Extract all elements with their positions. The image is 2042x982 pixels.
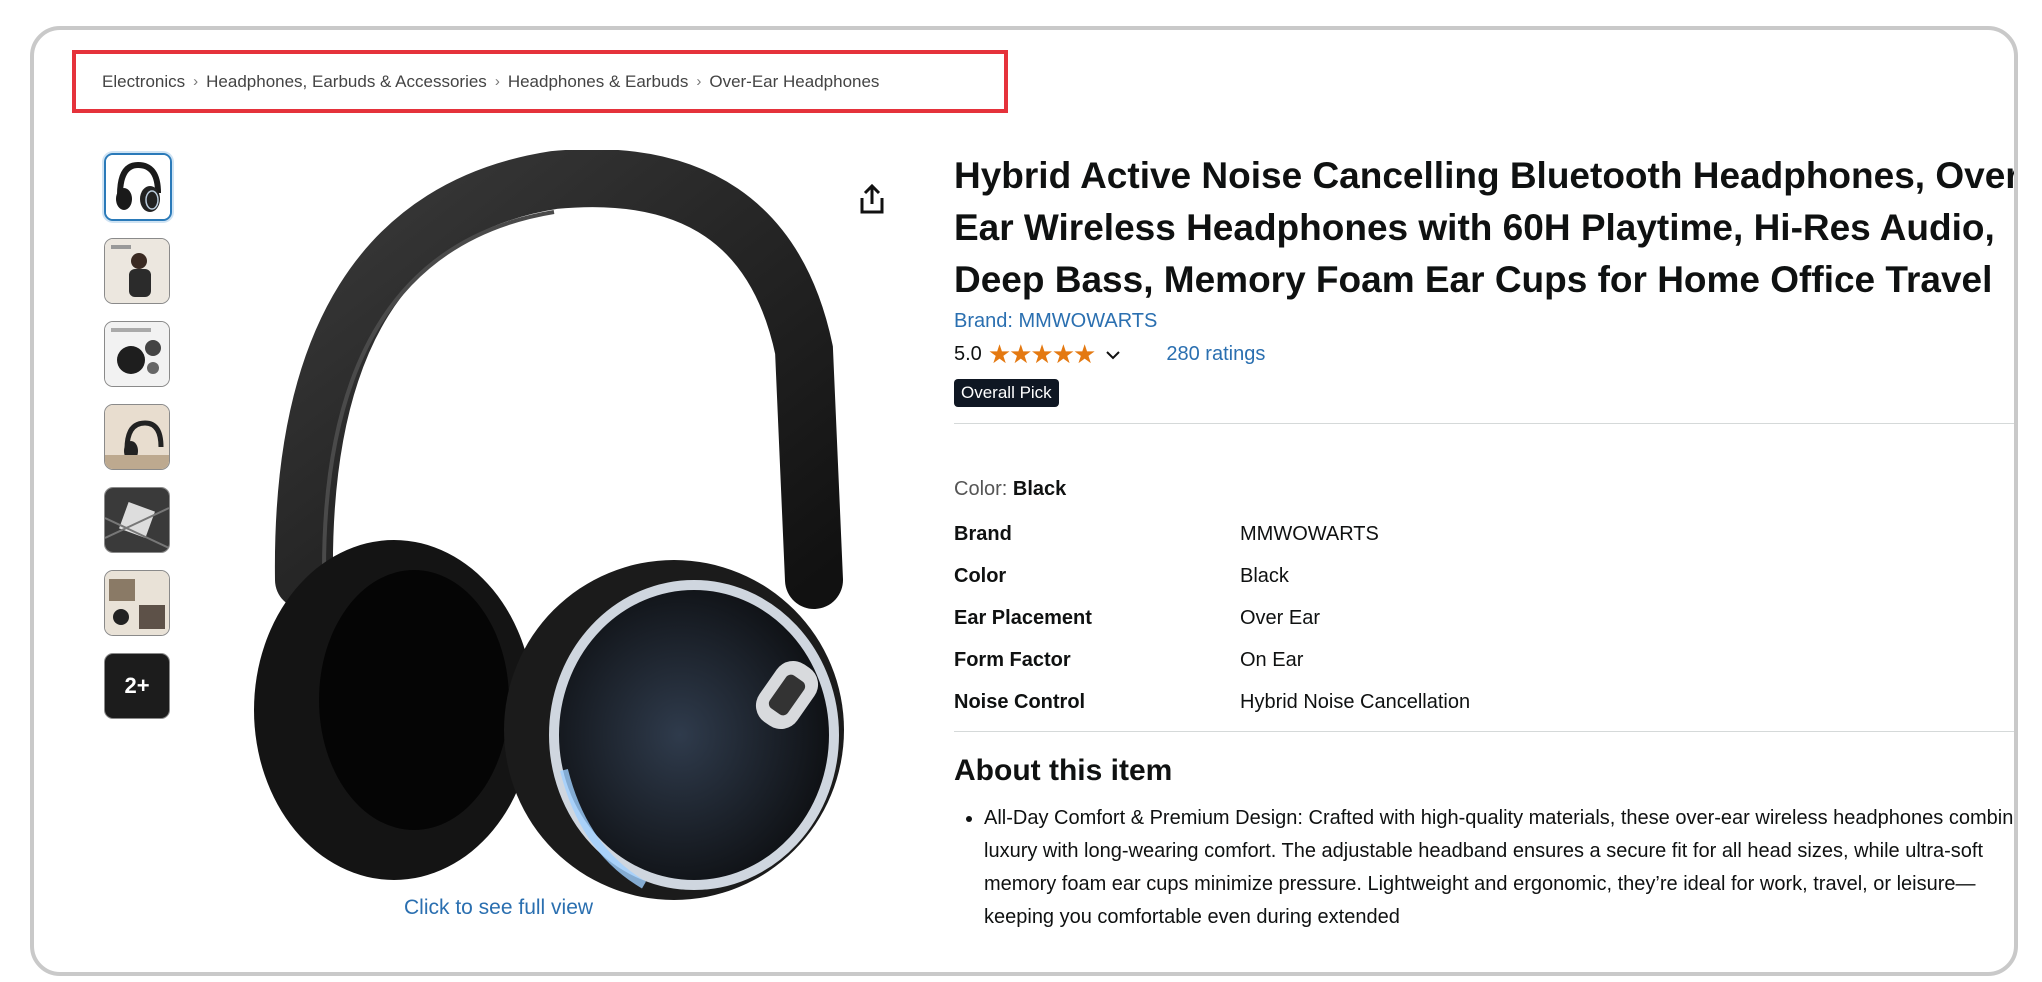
brand-link[interactable]: Brand: MMWOWARTS xyxy=(954,310,2014,333)
spec-value: Over Ear xyxy=(1240,606,1321,629)
spec-row: Color Black xyxy=(954,555,1470,597)
spec-value: On Ear xyxy=(1240,648,1304,671)
spec-table: Brand MMWOWARTS Color Black Ear Placement O… xyxy=(954,513,1470,723)
star-rating[interactable]: ★★★★★ xyxy=(988,339,1097,370)
product-title: Hybrid Active Noise Cancelling Bluetooth… xyxy=(954,155,2018,300)
thumbnail-more[interactable]: 2+ xyxy=(104,653,170,719)
spec-row: Noise Control Hybrid Noise Cancellation xyxy=(954,681,1470,723)
spec-value: MMWOWARTS xyxy=(1240,522,1379,545)
breadcrumb-separator: › xyxy=(193,73,199,90)
thumbnail-list: 2+ xyxy=(104,153,172,736)
breadcrumb-headphones-earbuds[interactable]: Headphones & Earbuds xyxy=(508,72,689,92)
thumbnail-1[interactable] xyxy=(104,153,172,221)
breadcrumb-headphones-accessories[interactable]: Headphones, Earbuds & Accessories xyxy=(206,72,487,92)
about-heading: About this item xyxy=(954,754,1173,787)
breadcrumb-electronics[interactable]: Electronics xyxy=(102,72,185,92)
rating-row: 5.0 ★★★★★ 280 ratings xyxy=(954,339,2014,370)
color-value: Black xyxy=(1012,478,1067,500)
rating-value: 5.0 xyxy=(954,343,982,365)
thumbnail-4[interactable] xyxy=(104,404,170,470)
color-label: Color: xyxy=(954,478,1008,500)
thumbnail-2[interactable] xyxy=(104,238,170,304)
spec-value: Hybrid Noise Cancellation xyxy=(1240,690,1471,713)
full-view-link[interactable]: Click to see full view xyxy=(404,896,593,920)
spec-row: Form Factor On Ear xyxy=(954,639,1470,681)
ratings-count-link[interactable]: 280 ratings xyxy=(1166,343,1265,366)
spec-key: Form Factor xyxy=(954,648,1071,671)
breadcrumb-separator: › xyxy=(696,73,702,90)
spec-key: Noise Control xyxy=(954,690,1086,713)
spec-key: Brand xyxy=(954,522,1012,545)
share-icon[interactable] xyxy=(856,182,888,216)
divider xyxy=(954,423,2014,424)
about-bullet: All-Day Comfort & Premium Design: Crafte… xyxy=(984,802,2014,934)
divider xyxy=(954,731,2014,732)
thumbnail-5[interactable] xyxy=(104,487,170,553)
spec-value: Black xyxy=(1240,564,1289,587)
spec-row: Brand MMWOWARTS xyxy=(954,513,1470,555)
color-selection: Color: Black xyxy=(954,478,2014,501)
product-details: Hybrid Active Noise Cancelling Bluetooth… xyxy=(954,150,2018,934)
product-page-frame: Electronics › Headphones, Earbuds & Acce… xyxy=(30,26,2018,976)
breadcrumb-separator: › xyxy=(494,73,500,90)
spec-key: Color xyxy=(954,564,1007,587)
breadcrumb-over-ear[interactable]: Over-Ear Headphones xyxy=(709,72,879,92)
chevron-down-icon[interactable] xyxy=(1104,346,1122,364)
about-bullets: All-Day Comfort & Premium Design: Crafte… xyxy=(954,802,2014,934)
thumbnail-3[interactable] xyxy=(104,321,170,387)
main-product-image[interactable] xyxy=(204,149,924,910)
spec-key: Ear Placement xyxy=(954,606,1092,629)
breadcrumb: Electronics › Headphones, Earbuds & Acce… xyxy=(72,50,1008,113)
overall-pick-badge: Overall Pick xyxy=(954,379,1059,407)
spec-row: Ear Placement Over Ear xyxy=(954,597,1470,639)
thumbnail-6[interactable] xyxy=(104,570,170,636)
